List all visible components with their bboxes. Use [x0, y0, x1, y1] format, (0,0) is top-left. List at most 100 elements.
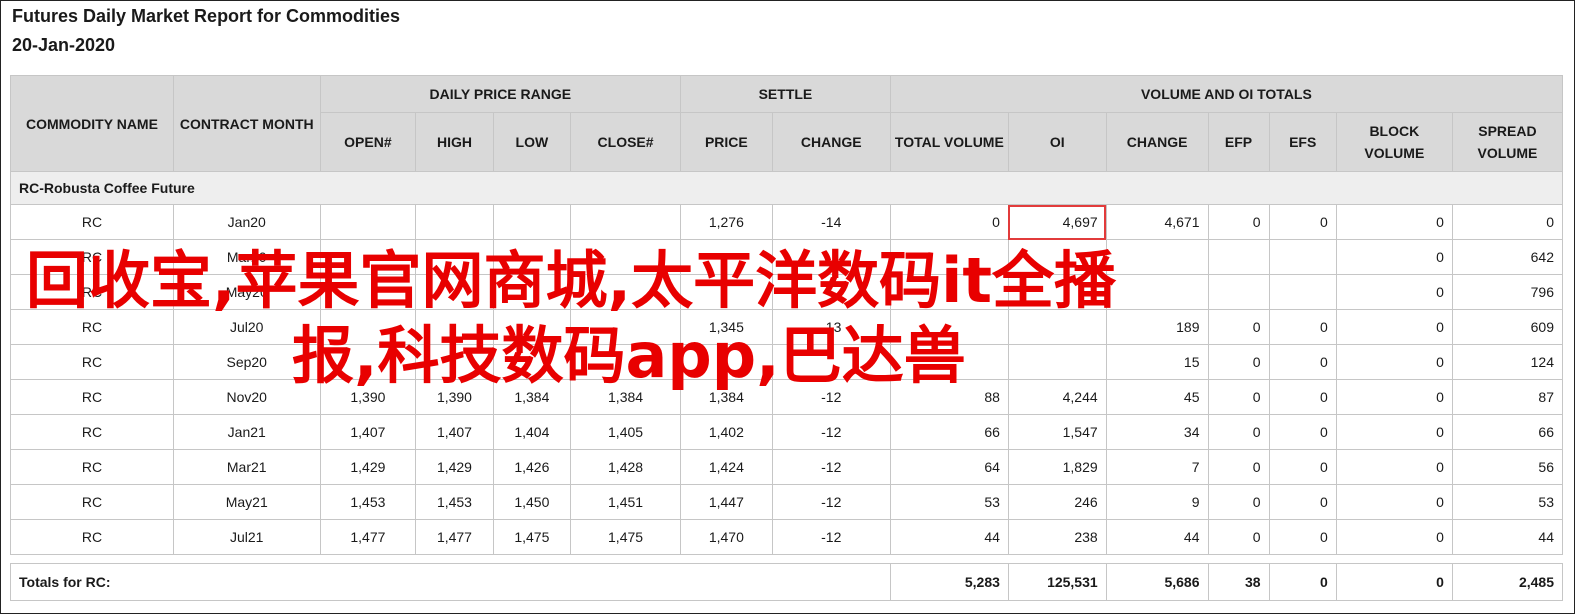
table-row: RC Jan20 1,276 -14 0 4,697 4,671 0 0 0 0	[10, 204, 1564, 240]
cell-price: 1,447	[680, 484, 773, 520]
header-change: CHANGE	[771, 112, 891, 172]
cell-close	[570, 239, 682, 275]
cell-low: 1,475	[492, 519, 572, 555]
header-commodity-name: COMMODITY NAME	[10, 75, 174, 172]
cell-high: 1,407	[415, 414, 494, 450]
cell-total-volume	[889, 239, 1009, 275]
cell-open	[319, 274, 417, 310]
cell-oi	[1007, 239, 1107, 275]
cell-low: 1,404	[492, 414, 572, 450]
cell-efs: 0	[1268, 449, 1337, 485]
cell-block: 0	[1335, 379, 1453, 415]
cell-oi-change	[1105, 274, 1209, 310]
cell-high: 1,429	[415, 449, 494, 485]
cell-change: -12	[771, 449, 891, 485]
cell-efp: 0	[1207, 449, 1270, 485]
totals-oi: 125,531	[1007, 563, 1107, 601]
header-price: PRICE	[680, 112, 773, 172]
cell-oi-change: 7	[1105, 449, 1209, 485]
cell-block: 0	[1335, 274, 1453, 310]
cell-efp: 0	[1207, 379, 1270, 415]
cell-close: 1,475	[570, 519, 682, 555]
cell-price: 1,384	[680, 379, 773, 415]
cell-efs: 0	[1268, 519, 1337, 555]
cell-block: 0	[1335, 449, 1453, 485]
cell-open: 1,429	[319, 449, 417, 485]
header-spread-volume: SPREAD VOLUME	[1451, 112, 1564, 172]
cell-spread: 609	[1451, 309, 1564, 345]
cell-total-volume: 66	[889, 414, 1009, 450]
cell-oi-change: 34	[1105, 414, 1209, 450]
header-contract-month: CONTRACT MONTH	[172, 75, 321, 172]
cell-high	[415, 239, 494, 275]
cell-open	[319, 344, 417, 380]
table-row: RC Mar20 0 642	[10, 239, 1564, 275]
cell-name: RC	[10, 379, 174, 415]
totals-efp: 38	[1207, 563, 1270, 601]
cell-efs	[1268, 239, 1337, 275]
table-row: RC May21 1,453 1,453 1,450 1,451 1,447 -12 53 246…	[10, 484, 1564, 520]
cell-close: 1,451	[570, 484, 682, 520]
cell-efs: 0	[1268, 344, 1337, 380]
header-high: HIGH	[415, 112, 494, 172]
totals-spread: 2,485	[1451, 563, 1564, 601]
table-row: RC Jan21 1,407 1,407 1,404 1,405 1,402 -12 66 1,5…	[10, 414, 1564, 450]
section-title: RC-Robusta Coffee Future	[10, 171, 1563, 205]
cell-month: Jul20	[172, 309, 321, 345]
cell-price	[680, 344, 773, 380]
table-row: RC Nov20 1,390 1,390 1,384 1,384 1,384 -12 88 4,2…	[10, 379, 1564, 415]
report-table-container: COMMODITY NAME CONTRACT MONTH DAILY PRIC…	[10, 75, 1564, 608]
header-oi-change: CHANGE	[1105, 112, 1209, 172]
report-title: Futures Daily Market Report for Commodit…	[12, 6, 401, 26]
cell-efs: 0	[1268, 414, 1337, 450]
cell-efs: 0	[1268, 204, 1337, 240]
cell-name: RC	[10, 309, 174, 345]
cell-price: 1,470	[680, 519, 773, 555]
table-row: RC Jul20 1,345 -13 189 0 0 0 609	[10, 309, 1564, 345]
cell-oi-change: 44	[1105, 519, 1209, 555]
cell-month: Mar20	[172, 239, 321, 275]
cell-oi: 4,244	[1007, 379, 1107, 415]
cell-total-volume: 53	[889, 484, 1009, 520]
cell-low	[492, 309, 572, 345]
cell-month: Mar21	[172, 449, 321, 485]
cell-open: 1,390	[319, 379, 417, 415]
header-efs: EFS	[1268, 112, 1337, 172]
cell-oi: 1,547	[1007, 414, 1107, 450]
cell-oi-change: 9	[1105, 484, 1209, 520]
totals-oi-change: 5,686	[1105, 563, 1209, 601]
cell-month: Jan20	[172, 204, 321, 240]
cell-price: 1,424	[680, 449, 773, 485]
cell-low: 1,426	[492, 449, 572, 485]
cell-oi: 4,697	[1007, 204, 1107, 240]
cell-spread: 53	[1451, 484, 1564, 520]
cell-oi	[1007, 274, 1107, 310]
cell-month: Jan21	[172, 414, 321, 450]
cell-oi-change: 45	[1105, 379, 1209, 415]
cell-total-volume	[889, 274, 1009, 310]
cell-total-volume: 44	[889, 519, 1009, 555]
cell-high	[415, 274, 494, 310]
cell-open	[319, 239, 417, 275]
totals-row: Totals for RC: 5,283 125,531 5,686 38 0 0 2,485	[10, 563, 1564, 601]
cell-spread: 87	[1451, 379, 1564, 415]
cell-month: Jul21	[172, 519, 321, 555]
cell-spread: 796	[1451, 274, 1564, 310]
market-report-table: COMMODITY NAME CONTRACT MONTH DAILY PRIC…	[10, 75, 1564, 601]
cell-close	[570, 344, 682, 380]
cell-open: 1,453	[319, 484, 417, 520]
cell-efp: 0	[1207, 414, 1270, 450]
header-efp: EFP	[1207, 112, 1270, 172]
cell-change	[771, 239, 891, 275]
table-row: RC Sep20 15 0 0 0 124	[10, 344, 1564, 380]
cell-efs: 0	[1268, 309, 1337, 345]
cell-price: 1,345	[680, 309, 773, 345]
cell-efp: 0	[1207, 484, 1270, 520]
header-total-volume: TOTAL VOLUME	[889, 112, 1009, 172]
cell-low	[492, 204, 572, 240]
cell-efs: 0	[1268, 484, 1337, 520]
cell-efs	[1268, 274, 1337, 310]
cell-oi-change: 4,671	[1105, 204, 1209, 240]
cell-high: 1,477	[415, 519, 494, 555]
cell-oi: 246	[1007, 484, 1107, 520]
